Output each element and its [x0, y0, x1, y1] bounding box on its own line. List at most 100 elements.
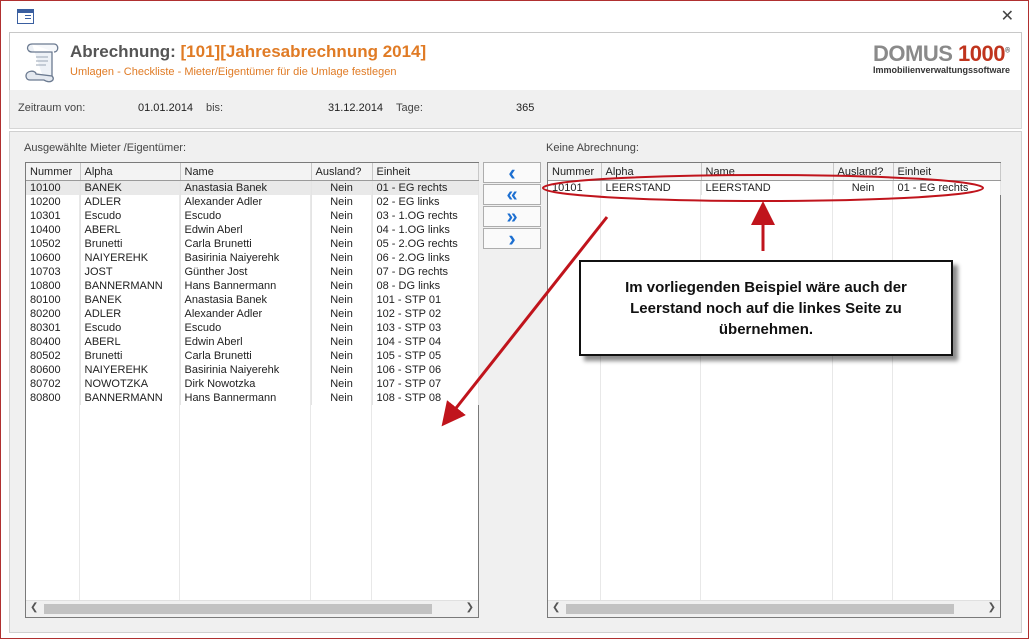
callout-line-3: übernehmen.: [718, 320, 814, 338]
cell-ausland: Nein: [311, 279, 373, 293]
title-bar: ✕: [1, 1, 1028, 31]
table-row[interactable]: 10502 Brunetti Carla Brunetti Nein 05 - 2.OG…: [26, 237, 479, 251]
cell-nummer: 80600: [26, 363, 81, 377]
move-all-left-button[interactable]: «: [483, 184, 541, 205]
scroll-right-icon[interactable]: ❯: [988, 602, 996, 613]
cell-ausland: Nein: [311, 335, 373, 349]
cell-nummer: 10100: [26, 180, 81, 195]
table-row[interactable]: 80600 NAIYEREHK Basirinia Naiyerehk Nein 106…: [26, 363, 479, 377]
dialog-window: ✕ Abrechnung: [101][Jahresabrechnung 201…: [0, 0, 1029, 639]
page-title: Abrechnung: [101][Jahresabrechnung 2014]: [70, 42, 426, 62]
cell-nummer: 10800: [26, 279, 81, 293]
cell-name: Escudo: [180, 209, 312, 223]
table-row[interactable]: 10101 LEERSTAND LEERSTAND Nein 01 - EG recht…: [548, 180, 1001, 195]
table-row[interactable]: 80800 BANNERMANN Hans Bannermann Nein 108 - …: [26, 391, 479, 405]
table-row[interactable]: 80702 NOWOTZKA Dirk Nowotzka Nein 107 - STP …: [26, 377, 479, 391]
cell-nummer: 10502: [26, 237, 81, 251]
cell-name: Alexander Adler: [180, 307, 312, 321]
chevron-right-icon: ›: [508, 225, 516, 251]
logo-main-text: DOMUS: [873, 41, 953, 66]
table-row[interactable]: 80301 Escudo Escudo Nein 103 - STP 03: [26, 321, 479, 335]
cell-alpha: Escudo: [80, 209, 181, 223]
cell-name: Escudo: [180, 321, 312, 335]
header-panel: Abrechnung: [101][Jahresabrechnung 2014]…: [9, 32, 1022, 92]
scroll-left-icon[interactable]: ❮: [552, 602, 560, 613]
table-row[interactable]: 10703 JOST Günther Jost Nein 07 - DG rechts: [26, 265, 479, 279]
cell-einheit: 108 - STP 08: [372, 391, 479, 405]
cell-alpha: Escudo: [80, 321, 181, 335]
cell-einheit: 04 - 1.OG links: [372, 223, 479, 237]
table-row[interactable]: 80100 BANEK Anastasia Banek Nein 101 - STP 0…: [26, 293, 479, 307]
table-row[interactable]: 10100 BANEK Anastasia Banek Nein 01 - EG rec…: [26, 180, 479, 195]
right-horizontal-scrollbar[interactable]: ❮ ❯: [548, 600, 1000, 617]
table-row[interactable]: 80502 Brunetti Carla Brunetti Nein 105 - STP…: [26, 349, 479, 363]
column-header-name[interactable]: Name: [701, 163, 834, 181]
cell-name: LEERSTAND: [701, 180, 834, 195]
period-days-value: 365: [516, 102, 535, 114]
cell-einheit: 03 - 1.OG rechts: [372, 209, 479, 223]
column-header-nummer[interactable]: Nummer: [26, 163, 81, 181]
cell-nummer: 80800: [26, 391, 81, 405]
cell-einheit: 01 - EG rechts: [372, 180, 479, 195]
cell-alpha: ABERL: [80, 335, 181, 349]
cell-ausland: Nein: [311, 377, 373, 391]
cell-einheit: 08 - DG links: [372, 279, 479, 293]
scroll-right-icon[interactable]: ❯: [466, 602, 474, 613]
column-header-name[interactable]: Name: [180, 163, 312, 181]
column-header-alpha[interactable]: Alpha: [80, 163, 181, 181]
cell-name: Edwin Aberl: [180, 223, 312, 237]
column-header-ausland[interactable]: Ausland?: [833, 163, 894, 181]
title-highlight: [101][Jahresabrechnung 2014]: [180, 42, 427, 61]
cell-name: Carla Brunetti: [180, 349, 312, 363]
cell-nummer: 10703: [26, 265, 81, 279]
cell-alpha: JOST: [80, 265, 181, 279]
cell-ausland: Nein: [833, 180, 894, 195]
cell-einheit: 01 - EG rechts: [893, 180, 1001, 195]
cell-alpha: Brunetti: [80, 237, 181, 251]
column-header-einheit[interactable]: Einheit: [372, 163, 479, 181]
selected-tenants-list[interactable]: Nummer Alpha Name Ausland? Einheit 10100 BANE…: [25, 162, 479, 618]
column-header-einheit[interactable]: Einheit: [893, 163, 1001, 181]
cell-ausland: Nein: [311, 293, 373, 307]
table-row[interactable]: 80400 ABERL Edwin Aberl Nein 104 - STP 04: [26, 335, 479, 349]
cell-einheit: 105 - STP 05: [372, 349, 479, 363]
move-one-left-button[interactable]: ‹: [483, 159, 541, 185]
column-header-ausland[interactable]: Ausland?: [311, 163, 373, 181]
cell-ausland: Nein: [311, 223, 373, 237]
cell-name: Dirk Nowotzka: [180, 377, 312, 391]
chevron-left-icon: ‹: [508, 159, 516, 185]
double-chevron-left-icon: «: [506, 183, 518, 206]
period-bar: Zeitraum von: 01.01.2014 bis: 31.12.2014…: [9, 90, 1022, 129]
cell-name: Alexander Adler: [180, 195, 312, 209]
no-billing-list[interactable]: Nummer Alpha Name Ausland? Einheit 10101 LEER…: [547, 162, 1001, 618]
period-from-value: 01.01.2014: [138, 102, 194, 114]
scroll-left-icon[interactable]: ❮: [30, 602, 38, 613]
cell-einheit: 107 - STP 07: [372, 377, 479, 391]
cell-name: Günther Jost: [180, 265, 312, 279]
table-row[interactable]: 10200 ADLER Alexander Adler Nein 02 - EG lin…: [26, 195, 479, 209]
cell-alpha: NAIYEREHK: [80, 363, 181, 377]
scroll-icon: [25, 43, 59, 83]
cell-einheit: 106 - STP 06: [372, 363, 479, 377]
column-header-alpha[interactable]: Alpha: [601, 163, 702, 181]
period-to-value: 31.12.2014: [328, 102, 384, 114]
table-row[interactable]: 10600 NAIYEREHK Basirinia Naiyerehk Nein 06 …: [26, 251, 479, 265]
cell-name: Hans Bannermann: [180, 279, 312, 293]
cell-alpha: NOWOTZKA: [80, 377, 181, 391]
table-row[interactable]: 10800 BANNERMANN Hans Bannermann Nein 08 - D…: [26, 279, 479, 293]
close-button[interactable]: ✕: [1001, 6, 1014, 26]
move-one-right-button[interactable]: ›: [483, 225, 541, 251]
scroll-thumb[interactable]: [566, 604, 954, 614]
move-all-right-button[interactable]: »: [483, 206, 541, 227]
cell-ausland: Nein: [311, 391, 373, 405]
left-horizontal-scrollbar[interactable]: ❮ ❯: [26, 600, 478, 617]
table-row[interactable]: 80200 ADLER Alexander Adler Nein 102 - STP 0…: [26, 307, 479, 321]
cell-ausland: Nein: [311, 180, 373, 195]
cell-name: Basirinia Naiyerehk: [180, 251, 312, 265]
table-row[interactable]: 10301 Escudo Escudo Nein 03 - 1.OG rechts: [26, 209, 479, 223]
cell-alpha: BANNERMANN: [80, 279, 181, 293]
table-row[interactable]: 10400 ABERL Edwin Aberl Nein 04 - 1.OG links: [26, 223, 479, 237]
scroll-thumb[interactable]: [44, 604, 432, 614]
cell-nummer: 80502: [26, 349, 81, 363]
column-header-nummer[interactable]: Nummer: [548, 163, 602, 181]
